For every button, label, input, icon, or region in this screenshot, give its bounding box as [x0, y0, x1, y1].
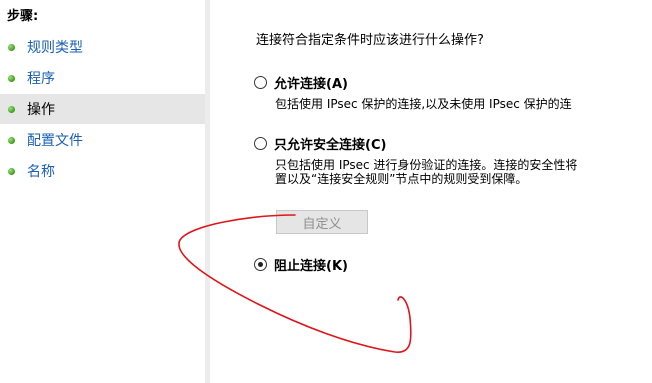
steps-panel: 步骤: 规则类型 程序 操作 配置文件 名称	[0, 0, 205, 383]
step-label: 配置文件	[27, 133, 83, 149]
step-label: 程序	[27, 71, 55, 87]
rule-wizard-window: 步骤: 规则类型 程序 操作 配置文件 名称 连接符合指定条件时应该进行什么操作…	[0, 0, 652, 383]
allow-connection-radio[interactable]	[254, 76, 267, 89]
allow-secure-desc-line2: 置以及“连接安全规则”节点中的规则受到保障。	[275, 172, 528, 186]
step-label: 名称	[27, 164, 55, 180]
green-bullet-icon	[8, 105, 15, 113]
block-connection-radio[interactable]	[254, 258, 267, 271]
allow-secure-radio[interactable]	[254, 137, 267, 150]
green-bullet-icon	[8, 167, 15, 175]
allow-connection-option[interactable]: 允许连接(A)	[254, 73, 348, 92]
green-bullet-icon	[8, 136, 15, 144]
allow-connection-label: 允许连接(A)	[274, 77, 348, 92]
steps-title: 步骤:	[7, 9, 39, 24]
block-connection-option[interactable]: 阻止连接(K)	[254, 255, 348, 274]
step-profile[interactable]: 配置文件	[0, 125, 205, 155]
allow-connection-desc: 包括使用 IPsec 保护的连接,以及未使用 IPsec 保护的连	[275, 97, 572, 111]
step-name[interactable]: 名称	[0, 156, 205, 186]
action-content: 连接符合指定条件时应该进行什么操作? 允许连接(A) 包括使用 IPsec 保护…	[210, 0, 652, 383]
green-bullet-icon	[8, 74, 15, 82]
action-question: 连接符合指定条件时应该进行什么操作?	[256, 33, 484, 48]
step-label: 规则类型	[27, 40, 83, 56]
green-bullet-icon	[8, 43, 15, 51]
step-action[interactable]: 操作	[0, 94, 205, 124]
allow-secure-desc-line1: 只包括使用 IPsec 进行身份验证的连接。连接的安全性将	[275, 158, 578, 172]
step-program[interactable]: 程序	[0, 63, 205, 93]
allow-secure-option[interactable]: 只允许安全连接(C)	[254, 134, 386, 153]
customize-button[interactable]: 自定义	[276, 210, 368, 234]
step-label: 操作	[27, 102, 55, 118]
allow-secure-label: 只允许安全连接(C)	[274, 138, 387, 153]
block-connection-label: 阻止连接(K)	[274, 259, 348, 274]
step-rule-type[interactable]: 规则类型	[0, 32, 205, 62]
